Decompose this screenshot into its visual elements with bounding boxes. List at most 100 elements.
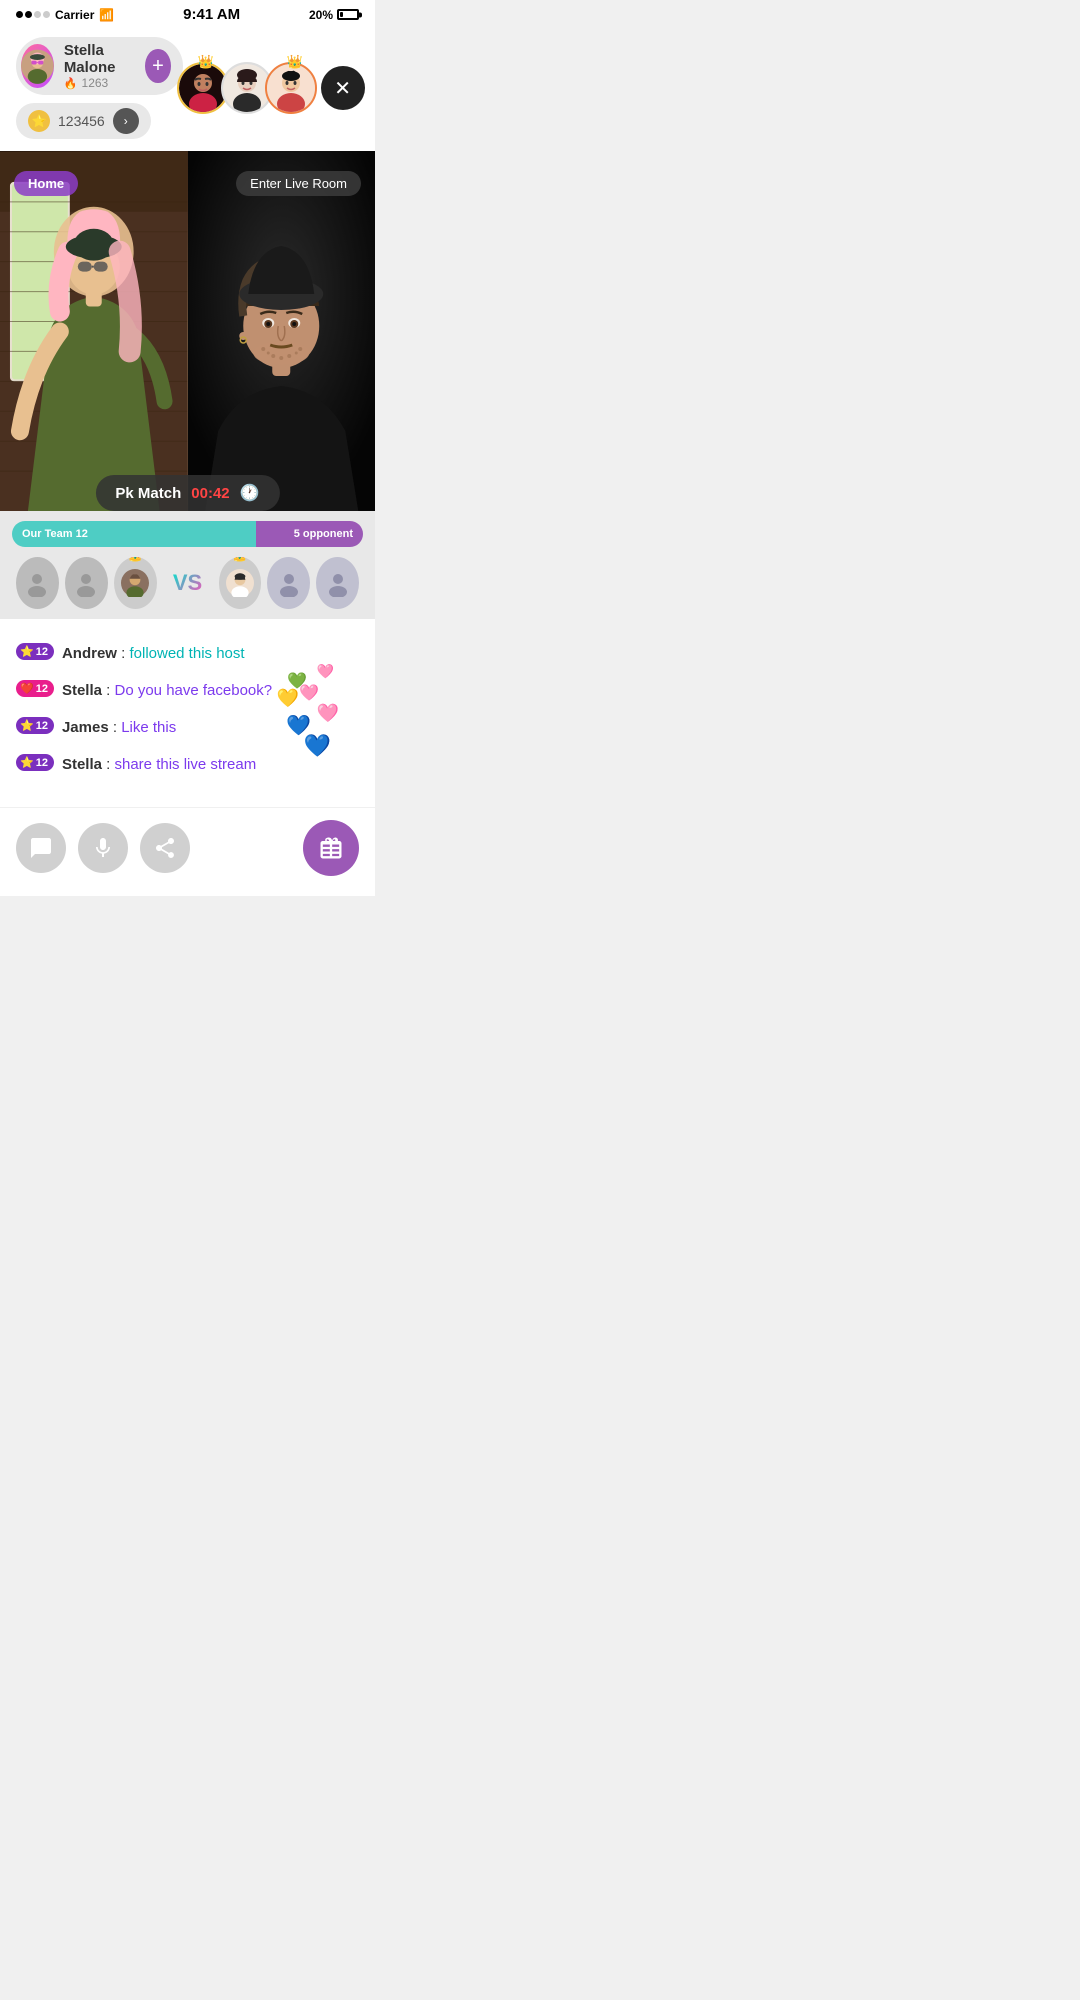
chat-message-stella-1: Do you have facebook? — [115, 682, 273, 699]
player-6-placeholder-icon — [324, 569, 352, 597]
badge-num-stella-1: 12 — [36, 683, 48, 695]
coins-pill: ⭐ 123456 › — [16, 103, 151, 139]
badge-icon-james: ⭐ — [20, 719, 34, 732]
player-3-avatar[interactable]: 👑 — [114, 557, 157, 609]
share-icon — [153, 836, 177, 860]
chat-text-stella-1: Stella : Do you have facebook? — [62, 680, 272, 701]
chat-text-stella-2: Stella : share this live stream — [62, 754, 256, 775]
player-4-crown-icon: 👑 — [232, 557, 248, 563]
bottom-actions — [16, 823, 190, 873]
score-right-bar: 5 opponent — [256, 521, 363, 547]
player-4-image — [226, 569, 254, 597]
mic-button[interactable] — [78, 823, 128, 873]
chat-badge-andrew: ⭐ 12 — [16, 643, 54, 660]
status-bar: Carrier 📶 9:41 AM 20% — [0, 0, 375, 27]
viewer-3-image — [267, 64, 315, 112]
viewer-2-image — [223, 64, 271, 112]
carrier-label: Carrier — [55, 8, 94, 22]
pk-clock-icon: 🕐 — [240, 483, 260, 503]
chat-badge-stella-1: ❤️ 12 — [16, 680, 54, 697]
status-left: Carrier 📶 — [16, 8, 114, 22]
viewer-1-crown: 👑 — [198, 54, 214, 70]
avatar-image — [21, 44, 54, 88]
add-button[interactable]: + — [145, 49, 170, 83]
signal-dot-1 — [16, 11, 23, 18]
viewer-3-wrap: 👑 — [273, 62, 317, 114]
badge-icon-stella-1: ❤️ — [20, 682, 34, 695]
gift-button[interactable] — [303, 820, 359, 876]
coins-arrow-button[interactable]: › — [113, 108, 139, 134]
user-score: 🔥 1263 — [64, 76, 136, 90]
streamer-right-image — [188, 151, 376, 511]
battery-label: 20% — [309, 8, 333, 22]
streamer-left-image — [0, 151, 188, 511]
user-info: Stella Malone 🔥 1263 — [64, 42, 136, 90]
chat-badge-stella-2: ⭐ 12 — [16, 754, 54, 771]
header: Stella Malone 🔥 1263 + ⭐ 123456 › 👑 — [0, 27, 375, 151]
badge-icon-stella-2: ⭐ — [20, 756, 34, 769]
viewer-1-image — [179, 64, 227, 112]
chat-section: 🩷 🩷 🩷 💛 💚 💙 💙 ⭐ 12 Andrew : followed thi… — [0, 619, 375, 807]
home-badge[interactable]: Home — [14, 171, 78, 196]
chat-item-andrew: ⭐ 12 Andrew : followed this host — [16, 643, 359, 664]
battery-icon — [337, 9, 359, 20]
player-3-crown-icon: 👑 — [127, 557, 143, 563]
mic-icon — [91, 836, 115, 860]
player-5-avatar[interactable] — [267, 557, 310, 609]
signal-dots — [16, 11, 50, 18]
wifi-icon: 📶 — [99, 8, 114, 22]
share-button[interactable] — [140, 823, 190, 873]
chat-message-james: Like this — [121, 719, 176, 736]
heart-3: 🩷 — [317, 663, 334, 680]
video-left: Home — [0, 151, 188, 511]
user-name: Stella Malone — [64, 42, 136, 76]
badge-num-stella-2: 12 — [36, 757, 48, 769]
pk-label: Pk Match — [115, 485, 181, 502]
battery-fill — [340, 12, 343, 17]
chat-message-andrew: followed this host — [129, 645, 244, 662]
fire-icon: 🔥 — [64, 77, 78, 90]
player-1-avatar[interactable] — [16, 557, 59, 609]
chat-name-james: James — [62, 719, 109, 736]
video-right: Enter Live Room — [188, 151, 376, 511]
player-2-avatar[interactable] — [65, 557, 108, 609]
chat-item-stella-2: ⭐ 12 Stella : share this live stream — [16, 754, 359, 775]
chat-text-james: James : Like this — [62, 717, 176, 738]
coins-value: 123456 — [58, 113, 105, 129]
chat-message-stella-2: share this live stream — [115, 756, 257, 773]
chat-badge-james: ⭐ 12 — [16, 717, 54, 734]
score-section: Our Team 12 5 opponent 👑 — [0, 511, 375, 619]
chat-name-andrew: Andrew — [62, 645, 117, 662]
score-left-bar: Our Team 12 — [12, 521, 256, 547]
chat-icon — [29, 836, 53, 860]
chat-name-stella-2: Stella — [62, 756, 102, 773]
enter-room-badge[interactable]: Enter Live Room — [236, 171, 361, 196]
player-4-avatar[interactable]: 👑 — [219, 557, 262, 609]
score-bar: Our Team 12 5 opponent — [12, 521, 363, 547]
pk-timer: 00:42 — [191, 485, 229, 502]
badge-num-james: 12 — [36, 720, 48, 732]
player-2-placeholder-icon — [72, 569, 100, 597]
user-avatar — [21, 44, 54, 88]
player-3-image — [121, 569, 149, 597]
chat-item-james: ⭐ 12 James : Like this — [16, 717, 359, 738]
vs-badge: VS — [163, 558, 213, 608]
player-1-placeholder-icon — [23, 569, 51, 597]
coin-icon: ⭐ — [28, 110, 50, 132]
bottom-bar — [0, 807, 375, 896]
signal-dot-3 — [34, 11, 41, 18]
vs-text: VS — [173, 570, 202, 596]
user-card: Stella Malone 🔥 1263 + — [16, 37, 183, 95]
signal-dot-4 — [43, 11, 50, 18]
viewers-container: 👑 — [183, 62, 365, 114]
pk-bar: Pk Match 00:42 🕐 — [95, 475, 279, 511]
close-button[interactable]: ✕ — [321, 66, 365, 110]
status-time: 9:41 AM — [183, 6, 240, 23]
chat-name-stella-1: Stella — [62, 682, 102, 699]
chat-button[interactable] — [16, 823, 66, 873]
status-right: 20% — [309, 8, 359, 22]
player-6-avatar[interactable] — [316, 557, 359, 609]
video-area: Home — [0, 151, 375, 511]
player-5-placeholder-icon — [275, 569, 303, 597]
badge-icon-andrew: ⭐ — [20, 645, 34, 658]
